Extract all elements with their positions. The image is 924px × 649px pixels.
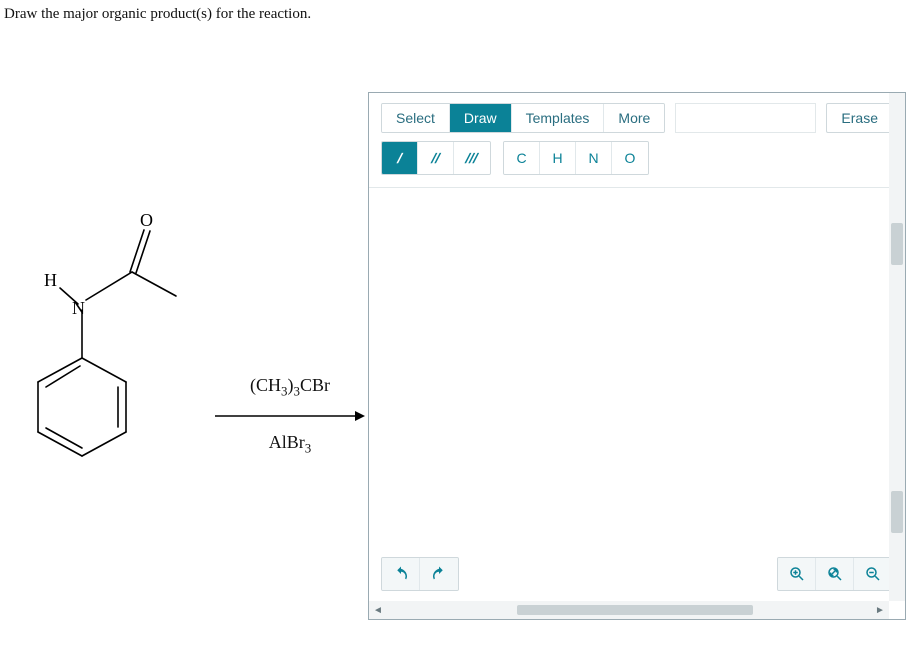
atom-o-button[interactable]: O: [612, 142, 648, 174]
history-group: [381, 557, 459, 591]
redo-button[interactable]: [420, 558, 458, 590]
undo-button[interactable]: [382, 558, 420, 590]
vertical-scrollbar[interactable]: [889, 93, 905, 601]
drawing-canvas[interactable]: [369, 188, 905, 568]
atom-tools: C H N O: [503, 141, 649, 175]
reaction-arrow: [215, 408, 365, 424]
bond-triple-button[interactable]: ///: [454, 142, 490, 174]
erase-button[interactable]: Erase: [826, 103, 893, 133]
reaction-scheme: O N H (CH3)3CBr AlBr3: [20, 210, 360, 510]
reagent-bottom: AlBr3: [269, 432, 311, 457]
bond-single-button[interactable]: /: [382, 142, 418, 174]
question-text: Draw the major organic product(s) for th…: [0, 0, 924, 23]
hscroll-track[interactable]: [387, 604, 871, 616]
svg-text:O: O: [140, 210, 153, 230]
vscroll-thumb-2[interactable]: [891, 491, 903, 533]
reagent-top: (CH3)3CBr: [250, 375, 330, 400]
zoom-out-button[interactable]: [854, 558, 892, 590]
tab-draw[interactable]: Draw: [450, 104, 512, 132]
spacer-box: [675, 103, 816, 133]
tab-select[interactable]: Select: [382, 104, 450, 132]
zoom-in-icon: [788, 565, 806, 583]
undo-icon: [392, 565, 410, 583]
hscroll-right-arrow[interactable]: ►: [871, 601, 889, 619]
zoom-group: [777, 557, 893, 591]
atom-n-button[interactable]: N: [576, 142, 612, 174]
drawing-editor: Select Draw Templates More Erase / // //…: [368, 92, 906, 620]
bond-double-button[interactable]: //: [418, 142, 454, 174]
toolbar-second: / // /// C H N O: [369, 133, 905, 188]
atom-h-button[interactable]: H: [540, 142, 576, 174]
bond-tools: / // ///: [381, 141, 491, 175]
hscroll-left-arrow[interactable]: ◄: [369, 601, 387, 619]
tab-templates[interactable]: Templates: [512, 104, 605, 132]
svg-text:N: N: [72, 298, 85, 318]
toolbar-top: Select Draw Templates More Erase: [369, 93, 905, 133]
horizontal-scrollbar[interactable]: ◄ ►: [369, 601, 889, 619]
zoom-in-button[interactable]: [778, 558, 816, 590]
hscroll-thumb[interactable]: [517, 605, 753, 615]
svg-text:H: H: [44, 270, 57, 290]
atom-c-button[interactable]: C: [504, 142, 540, 174]
tab-more[interactable]: More: [604, 104, 664, 132]
zoom-fit-button[interactable]: [816, 558, 854, 590]
zoom-out-icon: [864, 565, 882, 583]
zoom-fit-icon: [826, 565, 844, 583]
toolbar-bottom: [369, 551, 905, 597]
starting-material-structure: O N H: [20, 210, 200, 510]
vscroll-thumb-1[interactable]: [891, 223, 903, 265]
mode-tabs: Select Draw Templates More: [381, 103, 665, 133]
redo-icon: [430, 565, 448, 583]
